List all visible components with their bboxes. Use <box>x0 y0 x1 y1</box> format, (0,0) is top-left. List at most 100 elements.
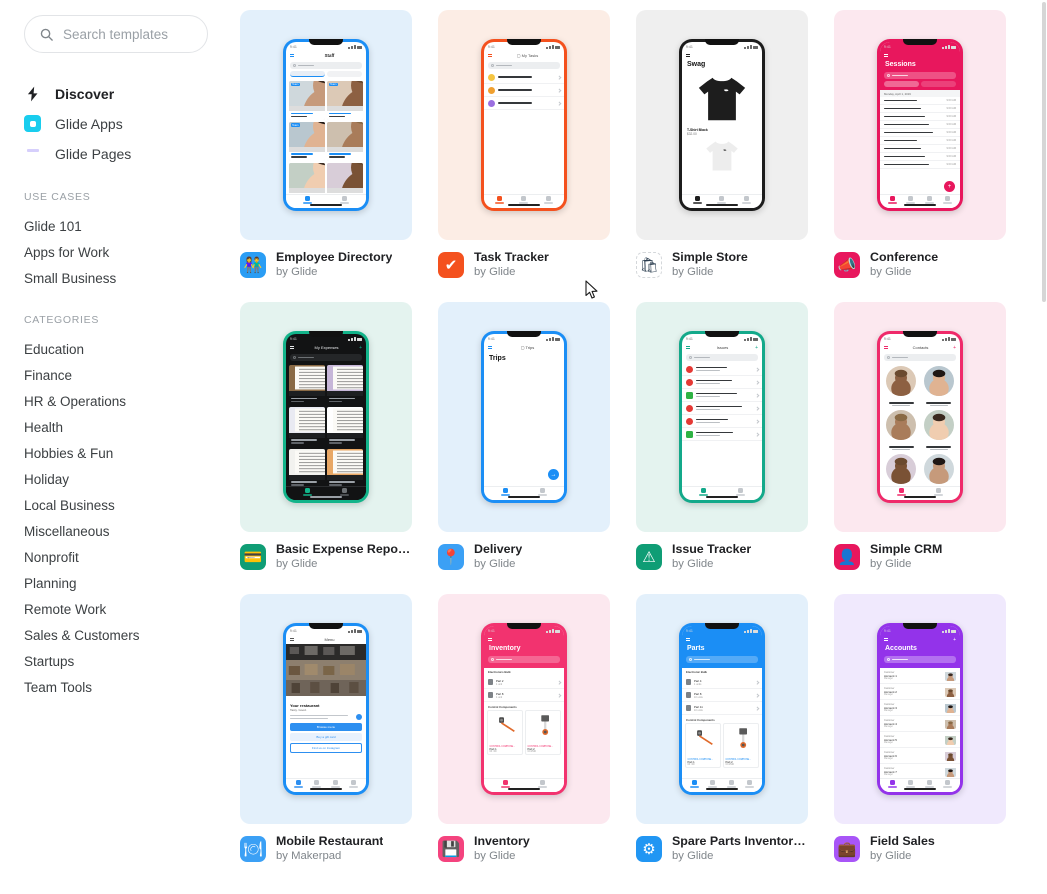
expense-card[interactable] <box>289 448 325 489</box>
page-scrollbar[interactable] <box>1041 0 1047 894</box>
phone-tab[interactable] <box>544 196 554 204</box>
sidebar-item-discover[interactable]: Discover <box>24 79 208 109</box>
segmented-control[interactable] <box>290 71 362 77</box>
phone-tab[interactable] <box>934 488 943 496</box>
task-row[interactable] <box>484 71 564 84</box>
template-thumbnail[interactable]: 9:41 Inventory Electronics Bulk Part 2 1… <box>438 594 610 824</box>
add-session-button[interactable]: + <box>944 181 955 192</box>
phone-search-field[interactable] <box>686 354 758 361</box>
phone-search-field[interactable] <box>686 656 758 663</box>
hamburger-icon[interactable] <box>884 638 888 641</box>
template-thumbnail[interactable]: 9:41 Menu Your restaurant Tasty. Good. B… <box>240 594 412 824</box>
template-thumbnail[interactable]: 9:41 Sessions Monday, April 1, 2019 9:00… <box>834 10 1006 240</box>
contact-card[interactable] <box>883 408 920 451</box>
sidebar-item-glide-apps[interactable]: Glide Apps <box>24 109 208 139</box>
sidebar-item-local-business[interactable]: Local Business <box>24 493 208 519</box>
account-row[interactable]: Customer Account 6 Manager <box>880 748 960 764</box>
expense-card[interactable] <box>327 365 363 405</box>
hamburger-icon[interactable] <box>488 346 492 349</box>
hamburger-icon[interactable] <box>686 54 690 57</box>
phone-tab[interactable] <box>924 780 934 788</box>
session-row[interactable]: 9:00 AM <box>880 137 960 145</box>
phone-tab[interactable] <box>943 780 953 788</box>
sidebar-item-health[interactable]: Health <box>24 415 208 441</box>
template-card[interactable]: 9:41 Menu Your restaurant Tasty. Good. B… <box>240 594 412 864</box>
phone-tab[interactable] <box>906 196 916 204</box>
hamburger-icon[interactable] <box>290 346 294 349</box>
phone-search-field[interactable] <box>884 656 956 663</box>
sidebar-item-education[interactable]: Education <box>24 337 208 363</box>
sidebar-item-glide-pages[interactable]: Glide Pages <box>24 139 208 169</box>
template-thumbnail[interactable]: 9:41 My Expenses + <box>240 302 412 532</box>
issue-row[interactable] <box>682 428 762 441</box>
part-row[interactable]: Part 4 1 units <box>682 676 762 689</box>
add-trip-button[interactable]: → <box>548 469 559 480</box>
phone-search-field[interactable] <box>290 62 362 69</box>
template-card[interactable]: 9:41 + Accounts Customer Account 1 Manage… <box>834 594 1006 864</box>
phone-tab[interactable] <box>943 196 953 204</box>
template-card[interactable]: 9:41 Inventory Electronics Bulk Part 2 1… <box>438 594 610 864</box>
phone-tab[interactable] <box>736 488 745 496</box>
contact-card[interactable] <box>921 364 958 407</box>
template-thumbnail[interactable]: 9:41 ▢ Trips Trips → <box>438 302 610 532</box>
issue-row[interactable] <box>682 376 762 389</box>
component-card[interactable]: CONTROL COMPONE... Part 1 03 I 00 <box>685 723 721 768</box>
contact-card[interactable] <box>921 408 958 451</box>
phone-tab[interactable] <box>708 780 718 788</box>
phone-tab[interactable] <box>924 196 934 204</box>
phone-tab[interactable] <box>303 196 312 204</box>
instagram-button[interactable]: Find us on Instagram <box>290 743 362 753</box>
sidebar-item-hobbies-fun[interactable]: Hobbies & Fun <box>24 441 208 467</box>
search-input[interactable] <box>63 26 193 42</box>
template-card[interactable]: 9:41 Swag T-Shirt Black $32.00 🛍 Simple … <box>636 10 808 280</box>
template-thumbnail[interactable]: 9:41 Parts Electronic Bulk Part 4 1 unit… <box>636 594 808 824</box>
part-row[interactable]: Part 11 10 units <box>682 702 762 715</box>
template-thumbnail[interactable]: 9:41 Contacts + <box>834 302 1006 532</box>
search-templates-box[interactable] <box>24 15 208 53</box>
sidebar-item-startups[interactable]: Startups <box>24 649 208 675</box>
hamburger-icon[interactable] <box>488 638 492 641</box>
expense-card[interactable] <box>289 406 325 447</box>
phone-tab[interactable] <box>689 780 699 788</box>
phone-tab[interactable] <box>887 780 897 788</box>
component-card[interactable]: CONTROL COMPONE... Part 2 CC1540 <box>723 723 759 768</box>
template-card[interactable]: 9:41 Parts Electronic Bulk Part 4 1 unit… <box>636 594 808 864</box>
template-card[interactable]: 9:41 My Expenses + 💳 Basic Expense Repor… <box>240 302 412 572</box>
sidebar-item-team-tools[interactable]: Team Tools <box>24 675 208 701</box>
phone-tab[interactable] <box>717 196 727 204</box>
account-row[interactable]: Customer Account 5 Manager <box>880 732 960 748</box>
sidebar-item-remote-work[interactable]: Remote Work <box>24 597 208 623</box>
session-row[interactable]: 9:00 AM <box>880 161 960 169</box>
expense-card[interactable] <box>327 406 363 447</box>
expense-card[interactable] <box>327 448 363 489</box>
hamburger-icon[interactable] <box>686 638 690 641</box>
phone-tab[interactable] <box>742 196 752 204</box>
task-row[interactable] <box>484 84 564 97</box>
phone-tab[interactable] <box>692 196 702 204</box>
part-row[interactable]: Part 8 1 unit <box>484 689 564 702</box>
sidebar-item-finance[interactable]: Finance <box>24 363 208 389</box>
phone-tab[interactable] <box>501 488 510 496</box>
phone-tab[interactable] <box>726 780 736 788</box>
issue-row[interactable] <box>682 389 762 402</box>
template-thumbnail[interactable]: 9:41 Swag T-Shirt Black $32.00 <box>636 10 808 240</box>
contact-card[interactable] <box>883 364 920 407</box>
issue-row[interactable] <box>682 402 762 415</box>
phone-search-field[interactable] <box>290 354 362 361</box>
sidebar-item-apps-for-work[interactable]: Apps for Work <box>24 240 208 266</box>
issue-row[interactable] <box>682 415 762 428</box>
hamburger-icon[interactable] <box>488 54 492 57</box>
phone-tab[interactable] <box>293 780 303 788</box>
phone-search-field[interactable] <box>488 656 560 663</box>
session-row[interactable]: 9:00 AM <box>880 145 960 153</box>
directory-card[interactable]: Team <box>289 81 325 120</box>
hamburger-icon[interactable] <box>290 54 294 57</box>
phone-tab[interactable] <box>538 780 547 788</box>
phone-tab[interactable] <box>538 488 547 496</box>
phone-tab[interactable] <box>340 196 349 204</box>
task-row[interactable] <box>484 97 564 110</box>
component-card[interactable]: CONTROL COMPONE... Part 1 03 I 00 <box>487 710 523 755</box>
sidebar-item-small-business[interactable]: Small Business <box>24 266 208 292</box>
session-row[interactable]: 9:00 AM <box>880 129 960 137</box>
directory-card[interactable]: Team <box>327 81 363 120</box>
